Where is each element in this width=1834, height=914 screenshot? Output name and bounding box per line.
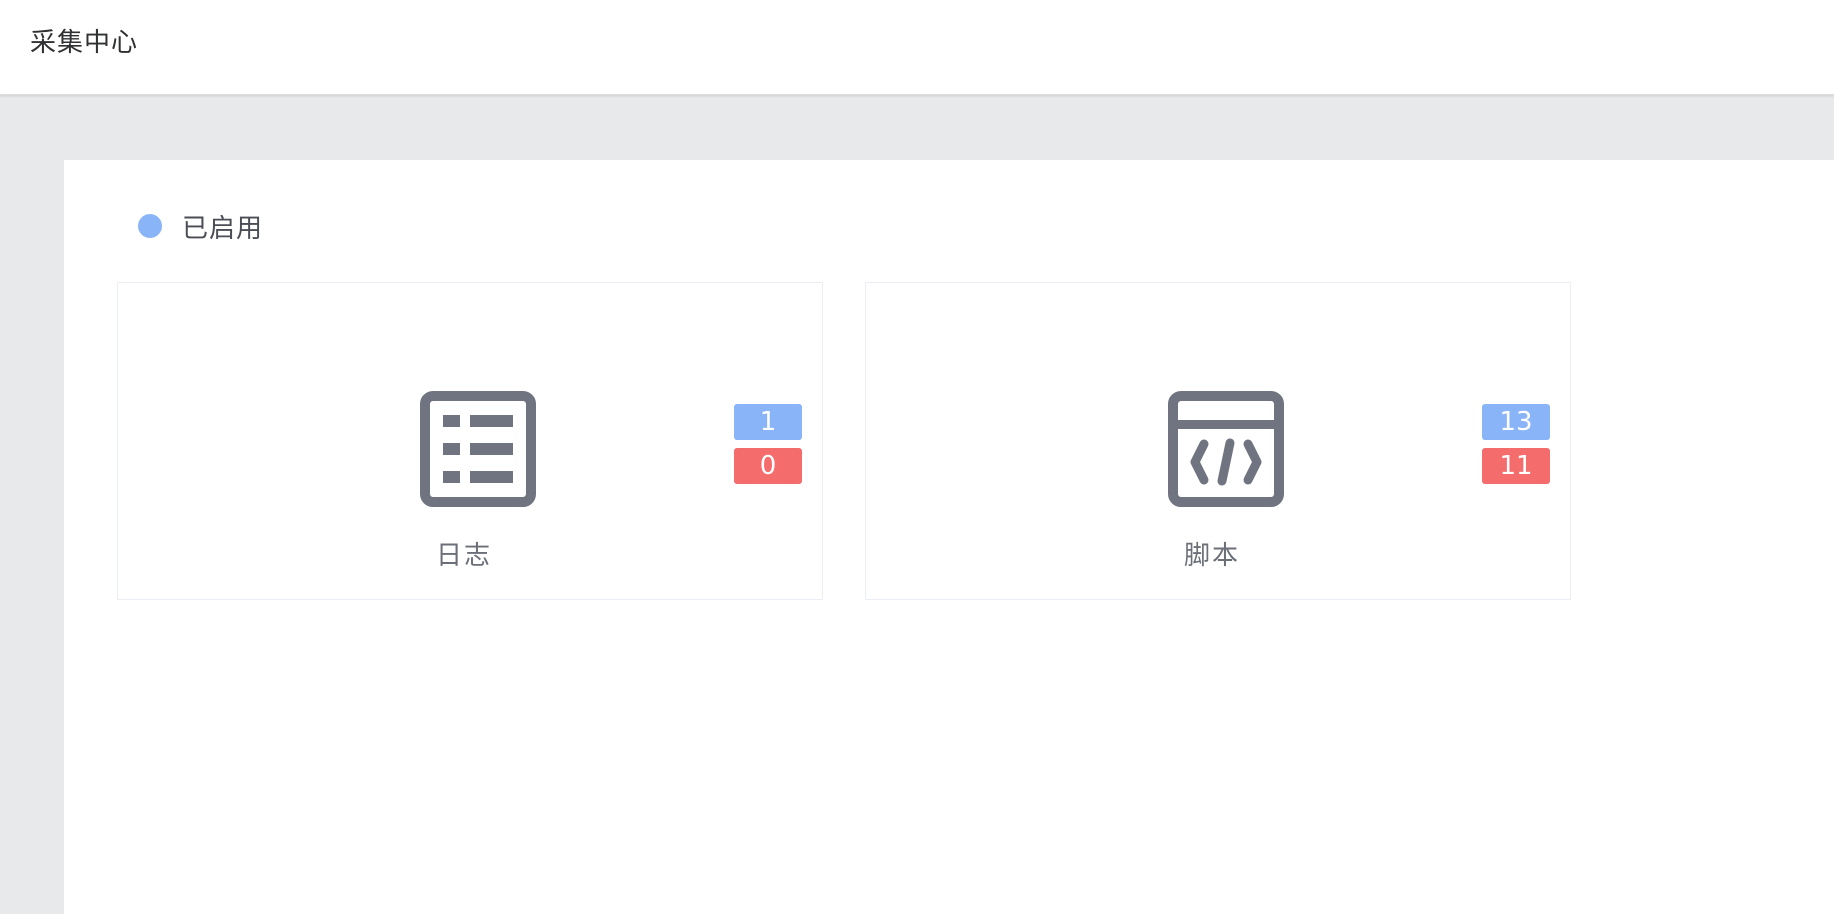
card-log[interactable]: 日志 1 0	[117, 282, 823, 600]
page-title: 采集中心	[30, 28, 139, 58]
enabled-legend-dot	[138, 214, 162, 238]
list-document-icon	[420, 391, 536, 507]
card-script-label: 脚本	[1183, 541, 1240, 571]
page-header: 采集中心	[0, 0, 1834, 95]
status-legend: 已启用	[138, 208, 263, 244]
enabled-count-badge: 1	[734, 404, 802, 440]
card-script[interactable]: 脚本 13 11	[865, 282, 1571, 600]
enabled-legend-label: 已启用	[182, 213, 264, 244]
card-log-label: 日志	[435, 541, 492, 571]
disabled-count-badge: 11	[1482, 448, 1550, 484]
disabled-count-badge: 0	[734, 448, 802, 484]
code-window-icon	[1168, 391, 1284, 507]
content-panel: 已启用 日志 1 0 脚本 13 11	[64, 160, 1834, 914]
enabled-count-badge: 13	[1482, 404, 1550, 440]
